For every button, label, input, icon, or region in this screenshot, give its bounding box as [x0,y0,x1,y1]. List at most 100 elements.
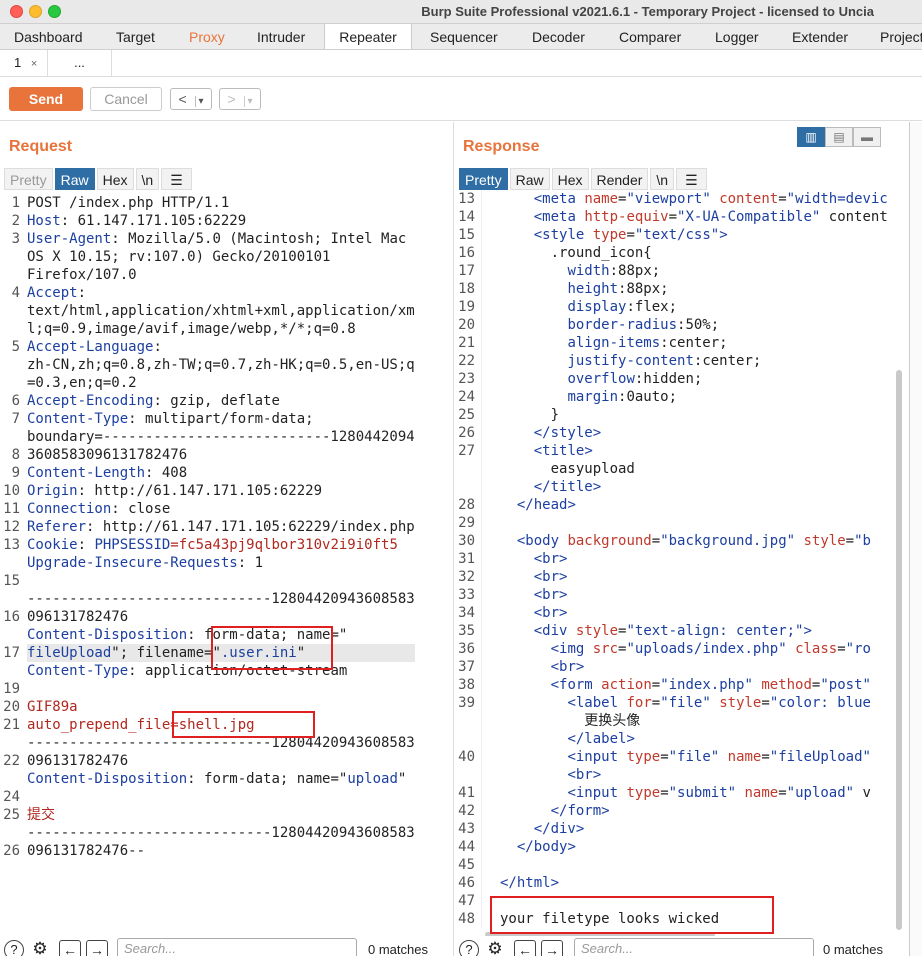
param-name: upload [347,771,398,787]
response-code[interactable]: <meta name="viewport" content="width=dev… [481,190,888,928]
tab-project[interactable]: Project [880,24,922,49]
code-token: : [660,335,669,351]
maximize-window-button[interactable] [48,5,61,18]
code-line: User-Agent: Mozilla/5.0 (Macintosh; Inte… [27,230,415,248]
code-token: < [533,209,543,225]
code-token: < [533,587,543,603]
tab-proxy[interactable]: Proxy [189,24,225,49]
layout-side-by-side-icon[interactable]: ▥ [797,127,825,147]
code-line: 096131782476-- [27,842,415,860]
html-tag: br [575,767,593,783]
code-line: <title> [500,442,888,460]
header-value: : 61.147.171.105:62229 [60,213,247,229]
code-line: Accept: [27,284,415,302]
new-tab-button[interactable]: ... [48,50,112,77]
tab-extender[interactable]: Extender [792,24,848,49]
css-property: align-items [567,335,661,351]
prev-match-icon[interactable]: ← [514,940,536,956]
gear-icon[interactable]: ⚙ [485,940,505,956]
line-number [0,554,20,572]
view-hex-tab[interactable]: Hex [96,168,134,190]
tab-target[interactable]: Target [116,24,155,49]
line-number: 16 [458,245,475,261]
forward-icon: > [227,91,236,107]
gear-icon[interactable]: ⚙ [30,940,50,956]
help-icon[interactable]: ? [4,940,24,956]
view-render-tab[interactable]: Render [590,168,649,190]
chevron-down-icon[interactable]: ▾ [194,96,204,107]
search-input[interactable]: Search... [574,938,814,956]
header-value: : multipart/form-data; [128,411,314,427]
code-token: > [601,803,610,819]
view-raw-tab[interactable]: Raw [509,168,550,190]
line-number: 2 [11,213,20,229]
code-token: < [567,785,576,801]
response-editor[interactable]: 13 14 15 16 17 18 19 20 21 22 23 24 25 26 27 28 29 30 31 32… [455,190,893,930]
code-line: </title> [500,478,888,496]
view-hex-tab[interactable]: Hex [551,168,589,190]
html-attr: name [584,191,619,207]
newline-toggle[interactable]: \n [135,168,160,190]
response-scrollbar[interactable] [896,370,902,930]
next-match-icon[interactable]: → [541,940,563,956]
request-code[interactable]: POST /index.php HTTP/1.1 Host: 61.147.171… [27,194,415,896]
line-number [0,248,20,266]
tab-decoder[interactable]: Decoder [532,24,585,49]
line-number: 43 [458,821,475,837]
close-icon[interactable]: × [31,58,37,70]
menu-icon[interactable]: ☰ [161,168,192,190]
line-number [0,356,20,374]
code-token: < [533,191,543,207]
search-input[interactable]: Search... [117,938,357,956]
next-match-icon[interactable]: → [86,940,108,956]
request-editor[interactable]: 1 2 3 4 5 6 7 8 9 10 11 12 13 15 16 17 19 20 21 22 24 25 26 PO… [0,194,448,934]
code-token: > [592,479,602,495]
layout-stacked-icon[interactable]: ▤ [825,127,853,147]
code-line: Referer: http://61.147.171.105:62229/ind… [27,518,415,536]
html-attr-value: "post" [820,677,871,693]
view-pretty-tab[interactable]: Pretty [4,168,53,190]
html-tag: title [542,443,585,459]
close-window-button[interactable] [10,5,23,18]
view-pretty-tab[interactable]: Pretty [459,168,508,190]
header-value: 096131782476 [27,609,129,625]
header-value: : 1 [237,555,264,571]
back-button[interactable]: < ▾ [170,88,212,110]
cancel-button[interactable]: Cancel [90,87,162,111]
repeater-tab-1[interactable]: 1 × [0,50,48,77]
layout-tabs-icon[interactable]: ▬ [853,127,881,147]
menu-icon[interactable]: ☰ [676,168,707,190]
html-attr-value: "upload" [786,785,855,801]
line-number: 23 [458,371,475,387]
html-attr: name [744,785,779,801]
repeater-tab-label: 1 [14,55,22,70]
forward-button[interactable]: > ▾ [219,88,261,110]
tab-sequencer[interactable]: Sequencer [430,24,498,49]
code-line: 096131782476 [27,608,415,626]
tab-comparer[interactable]: Comparer [619,24,681,49]
tab-logger[interactable]: Logger [715,24,759,49]
inspector-strip[interactable] [909,122,922,956]
tab-repeater[interactable]: Repeater [324,24,412,49]
chevron-down-icon[interactable]: ▾ [243,96,253,107]
code-line: boundary=---------------------------1280… [27,428,415,446]
newline-toggle[interactable]: \n [650,168,675,190]
tab-dashboard[interactable]: Dashboard [14,24,83,49]
code-line: Firefox/107.0 [27,266,415,284]
minimize-window-button[interactable] [29,5,42,18]
html-tag: input [575,785,619,801]
code-token: easyupload [500,461,635,477]
tab-intruder[interactable]: Intruder [257,24,305,49]
send-button[interactable]: Send [9,87,83,111]
view-raw-tab[interactable]: Raw [54,168,95,190]
html-tag: html [516,875,551,891]
code-line: <img src="uploads/index.php" class="ro [500,640,888,658]
code-line: Content-Length: 408 [27,464,415,482]
html-tag: br [542,605,560,621]
prev-match-icon[interactable]: ← [59,940,81,956]
header-value: 096131782476-- [27,843,146,859]
help-icon[interactable]: ? [459,940,479,956]
match-count: 0 matches [823,942,883,956]
